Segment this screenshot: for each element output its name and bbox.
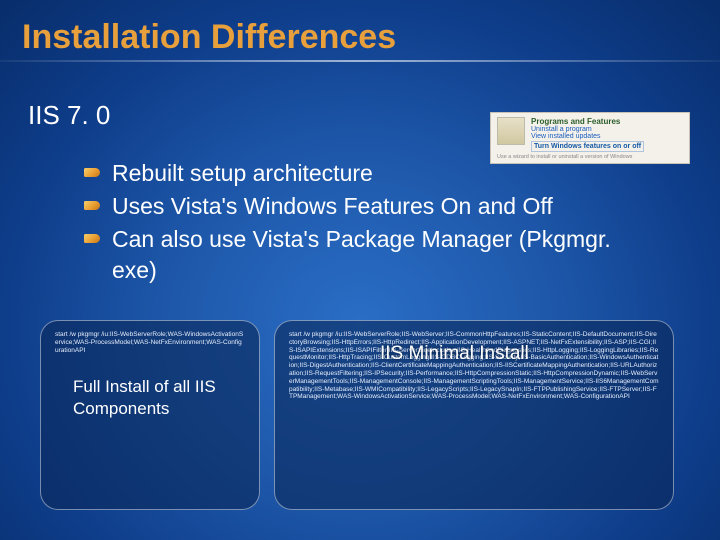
windows-features-panel: Programs and Features Uninstall a progra… [490, 112, 690, 164]
command-boxes: start /w pkgmgr /iu:IIS-WebServerRole;WA… [40, 320, 690, 510]
turn-features-link: Turn Windows features on or off [531, 141, 644, 152]
minimal-install-box: IIS Minimal Install start /w pkgmgr /iu:… [274, 320, 674, 510]
minimal-install-command: start /w pkgmgr /iu:IIS-WebServerRole;II… [289, 331, 659, 401]
full-install-caption: Full Install of all IIS Components [73, 376, 245, 419]
bullet-item: Rebuilt setup architecture [84, 158, 644, 189]
minimal-install-caption: IIS Minimal Install [380, 343, 529, 365]
divider [0, 60, 720, 62]
bullet-item: Can also use Vista's Package Manager (Pk… [84, 224, 644, 286]
section-subtitle: IIS 7. 0 [28, 100, 110, 131]
slide-title: Installation Differences [0, 0, 720, 57]
full-install-command: start /w pkgmgr /iu:IIS-WebServerRole;WA… [55, 331, 245, 354]
bullet-list: Rebuilt setup architecture Uses Vista's … [84, 158, 644, 288]
bullet-item: Uses Vista's Windows Features On and Off [84, 191, 644, 222]
caption-line: Components [73, 399, 169, 418]
programs-icon [497, 117, 525, 145]
caption-line: Full Install of all IIS [73, 377, 216, 396]
full-install-box: start /w pkgmgr /iu:IIS-WebServerRole;WA… [40, 320, 260, 510]
